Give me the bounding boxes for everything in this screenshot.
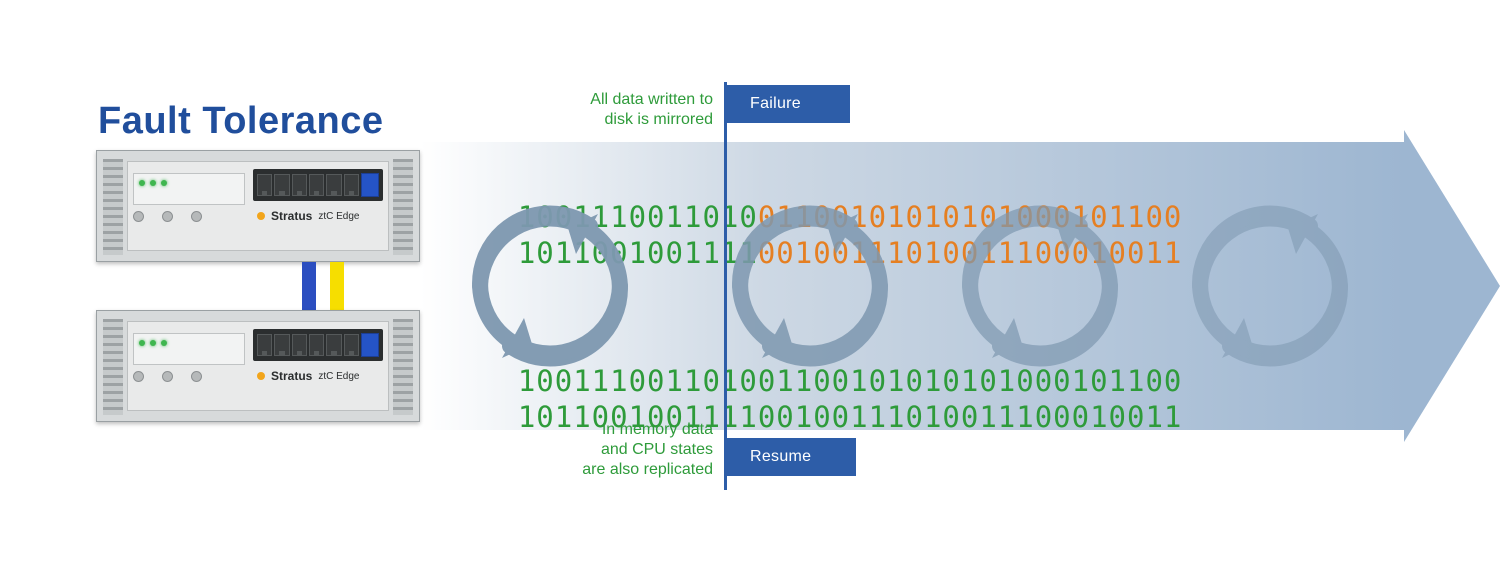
heatsink-fins-icon — [103, 159, 123, 255]
timeline-arrow: 100111001101001100101010101000101100 101… — [420, 142, 1500, 430]
status-led-icon — [139, 340, 167, 346]
device-secondary: Stratus ztC Edge — [96, 310, 420, 422]
ethernet-port-icon — [326, 334, 341, 356]
brand-text: Stratus — [271, 369, 312, 383]
ethernet-port-icon — [257, 334, 272, 356]
device-status-panel — [133, 333, 245, 365]
ethernet-port-icon — [309, 334, 324, 356]
heatsink-fins-icon — [103, 319, 123, 415]
ethernet-port-icon — [309, 174, 324, 196]
note-memory-replicated: In memory dataand CPU statesare also rep… — [538, 420, 713, 480]
heatsink-fins-icon — [393, 159, 413, 255]
ethernet-port-icon — [257, 174, 272, 196]
sync-link-primary-icon — [302, 262, 316, 310]
device-status-panel — [133, 173, 245, 205]
brand-mark-icon — [257, 372, 265, 380]
failure-point-divider — [724, 82, 727, 490]
usb-port-icon — [361, 173, 379, 197]
ethernet-port-icon — [274, 334, 289, 356]
diagram-title: Fault Tolerance — [98, 100, 384, 143]
ethernet-port-icon — [344, 174, 359, 196]
device-stack: Stratus ztC Edge Stratus ztC Edge — [96, 150, 420, 422]
ethernet-port-icon — [274, 174, 289, 196]
brand-text: Stratus — [271, 209, 312, 223]
ethernet-port-icon — [292, 174, 307, 196]
device-screws-icon — [133, 211, 202, 222]
failure-flag: Failure — [726, 85, 850, 123]
binary-stream-primary-row2: 101100100111100100111010011100010011 — [444, 202, 1182, 304]
usb-port-icon — [361, 333, 379, 357]
device-primary: Stratus ztC Edge — [96, 150, 420, 262]
io-port-panel — [253, 169, 383, 201]
arrow-head-icon — [1404, 130, 1500, 442]
ethernet-port-icon — [292, 334, 307, 356]
resume-flag: Resume — [726, 438, 856, 476]
device-brand-label: Stratus ztC Edge — [257, 369, 359, 383]
heatsink-fins-icon — [393, 319, 413, 415]
device-brand-label: Stratus ztC Edge — [257, 209, 359, 223]
ethernet-port-icon — [344, 334, 359, 356]
device-screws-icon — [133, 371, 202, 382]
ethernet-port-icon — [326, 174, 341, 196]
io-port-panel — [253, 329, 383, 361]
status-led-icon — [139, 180, 167, 186]
note-disk-mirrored: All data written todisk is mirrored — [538, 90, 713, 130]
brand-mark-icon — [257, 212, 265, 220]
model-text: ztC Edge — [318, 371, 359, 382]
interconnect-cables-icon — [302, 262, 344, 310]
model-text: ztC Edge — [318, 211, 359, 222]
sync-link-secondary-icon — [330, 262, 344, 310]
